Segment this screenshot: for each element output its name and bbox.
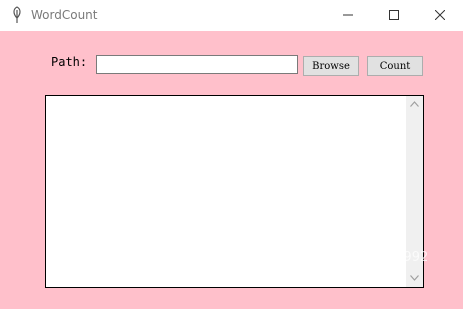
title-bar[interactable]: WordCount <box>0 0 463 31</box>
watermark-text: https://blog.csdn.net/qq_39414992 <box>200 250 429 265</box>
close-icon <box>435 10 445 20</box>
window-title: WordCount <box>31 8 98 22</box>
scroll-up-button[interactable] <box>406 96 423 113</box>
main-window: Path: Browse Count <box>0 31 463 309</box>
count-button[interactable]: Count <box>367 56 423 76</box>
minimize-button[interactable] <box>325 0 371 31</box>
feather-icon <box>9 6 25 24</box>
browse-button[interactable]: Browse <box>303 56 359 76</box>
path-input[interactable] <box>96 55 298 74</box>
close-button[interactable] <box>417 0 463 31</box>
scroll-down-button[interactable] <box>406 270 423 287</box>
path-label: Path: <box>51 55 88 69</box>
minimize-icon <box>343 14 353 16</box>
maximize-button[interactable] <box>371 0 417 31</box>
maximize-icon <box>389 10 399 20</box>
chevron-down-icon <box>410 275 419 281</box>
chevron-up-icon <box>410 101 419 107</box>
